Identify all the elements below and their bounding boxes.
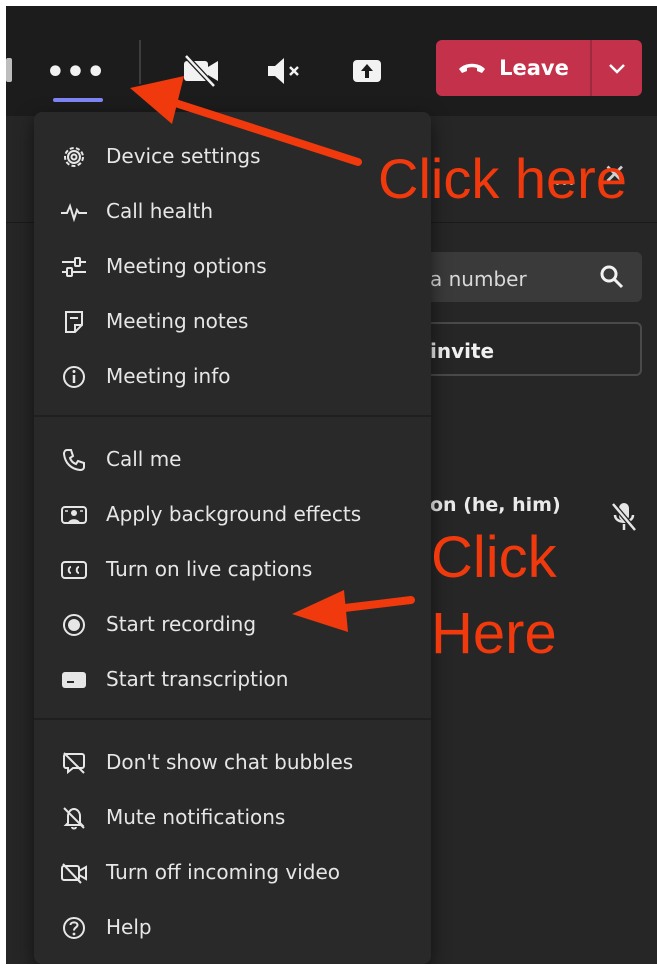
annotation-arrows	[130, 76, 415, 632]
annotation-arrow-top	[130, 76, 362, 166]
annotation-arrow-recording	[292, 590, 415, 632]
teams-meeting-window: ••• Leave ... ✕ a number invite on (he, …	[6, 6, 657, 964]
